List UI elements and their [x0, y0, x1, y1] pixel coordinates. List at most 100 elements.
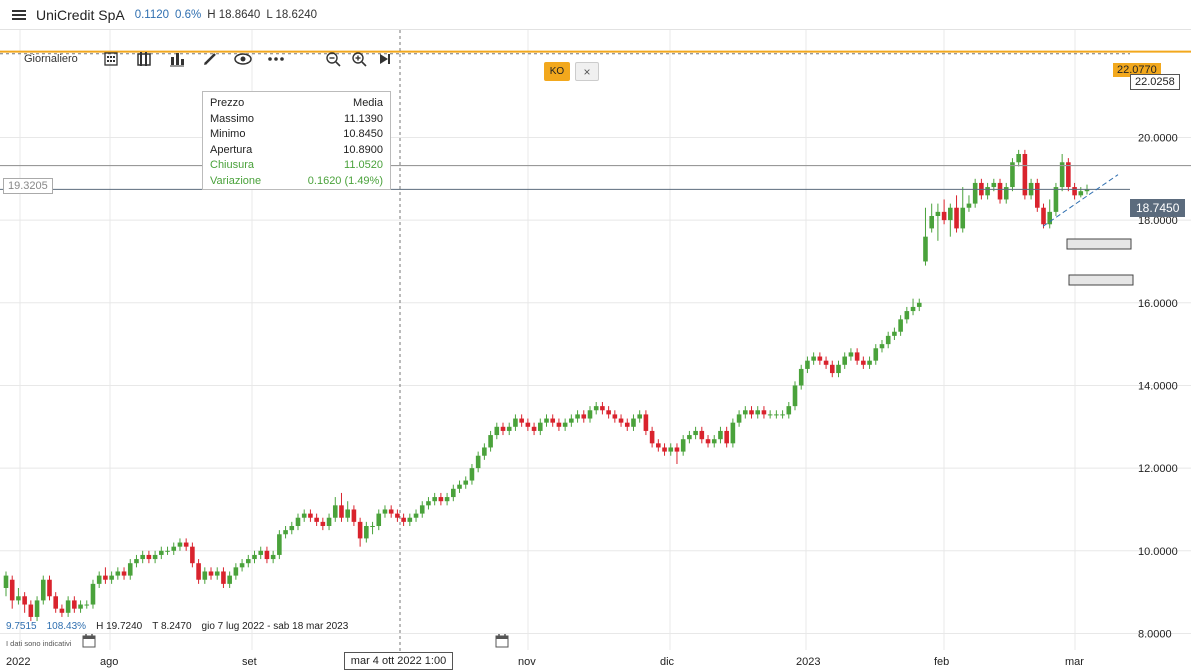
candle — [28, 600, 34, 622]
candle — [904, 306, 910, 324]
candle-body — [121, 571, 127, 576]
calendar-icon[interactable] — [495, 634, 509, 648]
candle-body — [264, 550, 270, 560]
candle-body — [680, 439, 686, 452]
calendar-icon[interactable] — [82, 634, 96, 648]
candle-body — [544, 418, 549, 423]
candle-body — [407, 517, 413, 522]
bar-style-icon[interactable] — [135, 50, 153, 68]
zoom-in-icon[interactable] — [350, 50, 368, 68]
candle — [537, 418, 543, 436]
candle-body — [873, 348, 879, 361]
candle-body — [985, 187, 990, 196]
candle — [916, 298, 922, 312]
candle-body — [743, 410, 748, 415]
candle-body — [171, 546, 177, 551]
candle — [202, 567, 208, 584]
candle-body — [115, 571, 121, 576]
candle-body — [364, 526, 369, 539]
candle — [587, 406, 593, 423]
candle-body — [301, 513, 307, 518]
zoom-out-icon[interactable] — [324, 50, 342, 68]
ko-badge[interactable]: KO — [544, 62, 570, 81]
candle — [649, 426, 655, 448]
candle — [569, 414, 574, 427]
candle-body — [227, 575, 232, 584]
candle — [1003, 182, 1009, 204]
candle — [1072, 182, 1077, 200]
range-summary: 9.7515 108.43% H 19.7240 T 8.2470 gio 7 … — [6, 621, 358, 632]
candle-body — [127, 563, 133, 576]
candle — [351, 505, 357, 526]
candle-body — [798, 368, 804, 386]
candle — [320, 517, 326, 531]
candle — [668, 443, 674, 456]
indicators-icon[interactable] — [168, 50, 186, 68]
candle-body — [898, 319, 903, 332]
ko-close-button[interactable]: × — [575, 62, 599, 81]
candle-body — [562, 422, 568, 427]
candle-body — [165, 550, 170, 552]
candle — [513, 414, 518, 431]
candle — [1047, 199, 1053, 229]
calendar-grid-icon[interactable] — [102, 50, 120, 68]
candle-body — [332, 505, 338, 518]
candle — [245, 554, 251, 568]
candle — [1022, 149, 1028, 200]
candle — [3, 571, 9, 597]
candle — [388, 505, 394, 518]
candle-body — [637, 414, 642, 419]
more-icon[interactable] — [267, 50, 285, 68]
candle — [960, 187, 966, 233]
candle-body — [289, 526, 295, 531]
candle-body — [239, 563, 245, 568]
candle — [885, 331, 891, 349]
period-selector[interactable]: Giornaliero — [24, 53, 78, 65]
candle-body — [109, 575, 114, 580]
candle-body — [861, 360, 866, 365]
candle — [84, 600, 90, 609]
range-high: H 19.7240 — [96, 621, 143, 632]
candle — [221, 567, 226, 588]
y-tick-label: 14.0000 — [1138, 380, 1178, 392]
candle-body — [152, 554, 158, 560]
x-tick-label: ago — [100, 656, 118, 668]
x-tick-label: dic — [660, 656, 675, 668]
candle-body — [823, 360, 829, 365]
candle — [823, 356, 829, 369]
candle-body — [624, 422, 630, 427]
tooltip-row-close: Chiusura 11.0520 — [210, 159, 383, 171]
candle-body — [1078, 191, 1084, 196]
candle-body — [531, 426, 537, 431]
candle — [873, 344, 879, 365]
candle-body — [28, 604, 34, 617]
candle — [177, 538, 183, 551]
candle — [96, 571, 102, 588]
candle-body — [749, 410, 754, 415]
candle-body — [308, 513, 313, 518]
eye-icon[interactable] — [234, 50, 252, 68]
candle-body — [47, 579, 52, 597]
candle — [121, 567, 127, 580]
candle-body — [339, 505, 344, 518]
price-chart[interactable]: 8.000010.000012.000014.000016.000018.000… — [0, 0, 1191, 670]
candle-body — [892, 331, 897, 336]
candle — [115, 567, 121, 580]
candle — [848, 348, 854, 361]
candle-body — [395, 513, 400, 518]
candle-body — [16, 596, 21, 601]
candle-body — [656, 443, 661, 448]
candle-body — [631, 418, 636, 427]
candle — [656, 439, 661, 452]
candle-body — [438, 497, 444, 502]
candle-body — [668, 447, 674, 452]
candle-body — [190, 546, 195, 564]
candle — [811, 352, 816, 365]
crosshair-date-label: mar 4 ott 2022 1:00 — [344, 652, 453, 670]
play-forward-icon[interactable] — [376, 50, 394, 68]
candle — [140, 550, 145, 564]
pencil-icon[interactable] — [201, 50, 219, 68]
candle-body — [500, 426, 506, 431]
candle-body — [972, 182, 978, 204]
disclaimer: I dati sono indicativi — [6, 639, 72, 648]
